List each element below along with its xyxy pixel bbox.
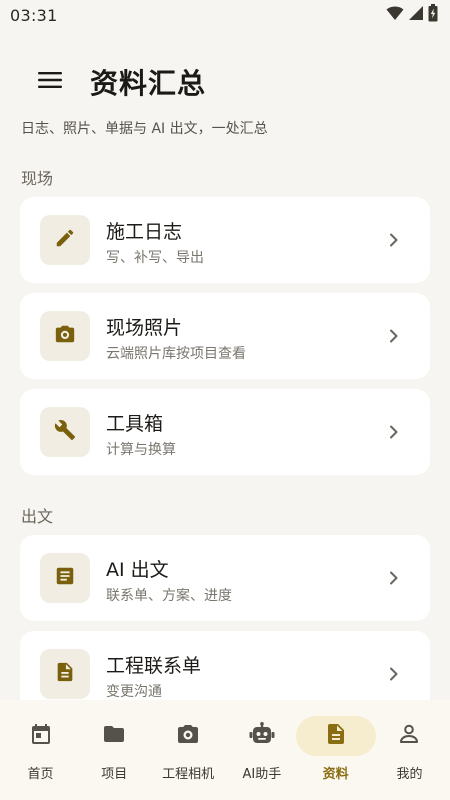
menu-button[interactable]: [30, 64, 70, 100]
card-site-photos[interactable]: 现场照片 云端照片库按项目查看: [20, 293, 430, 379]
document-icon: [54, 661, 76, 687]
document-icon: [324, 721, 348, 751]
battery-charging-icon: [428, 4, 438, 26]
nav-label: 项目: [101, 767, 128, 782]
nav-indicator-active: [295, 716, 376, 756]
card-icon-tile: [40, 215, 90, 265]
status-bar: 03:31: [0, 0, 450, 30]
nav-label: 工程相机: [162, 767, 215, 782]
nav-indicator: [369, 716, 449, 756]
chevron-right-icon: [384, 568, 404, 588]
nav-item-projects[interactable]: 项目: [78, 700, 151, 800]
card-ai-writing[interactable]: AI 出文 联系单、方案、进度: [20, 535, 430, 621]
page-title: 资料汇总: [90, 67, 207, 100]
nav-item-engineering-camera[interactable]: 工程相机: [152, 700, 225, 800]
camera-icon: [54, 323, 76, 349]
cell-signal-icon: [408, 5, 424, 25]
nav-item-home[interactable]: 首页: [4, 700, 77, 800]
status-icons: [386, 4, 438, 26]
chevron-right-icon: [384, 664, 404, 684]
nav-indicator: [74, 716, 154, 756]
wifi-icon: [386, 5, 404, 25]
card-icon-tile: [40, 407, 90, 457]
chevron-right-icon: [384, 326, 404, 346]
section-label-site: 现场: [21, 169, 54, 188]
status-time: 03:31: [10, 5, 58, 25]
card-icon-tile: [40, 649, 90, 699]
card-construction-log[interactable]: 施工日志 写、补写、导出: [20, 197, 430, 283]
card-description: 变更沟通: [106, 684, 162, 700]
nav-indicator: [222, 716, 302, 756]
card-description: 写、补写、导出: [106, 250, 204, 266]
app-screen: 03:31 资料汇总 日志、照片、单据与 AI 出文，一处汇总 现场 施工日志 …: [0, 0, 450, 800]
card-description: 联系单、方案、进度: [106, 588, 232, 604]
card-title: 工具箱: [106, 413, 164, 435]
app-header: 资料汇总: [0, 60, 450, 104]
chevron-right-icon: [384, 422, 404, 442]
card-title: 工程联系单: [106, 655, 202, 677]
card-description: 云端照片库按项目查看: [106, 346, 246, 362]
nav-indicator: [148, 716, 228, 756]
nav-item-ai-assistant[interactable]: AI助手: [225, 700, 298, 800]
hamburger-menu-icon: [38, 71, 62, 93]
nav-label: AI助手: [242, 767, 282, 782]
nav-indicator: [1, 716, 81, 756]
section-label-writing: 出文: [21, 507, 54, 526]
pencil-icon: [54, 227, 76, 253]
card-icon-tile: [40, 311, 90, 361]
nav-item-profile[interactable]: 我的: [373, 700, 446, 800]
nav-label: 我的: [396, 767, 423, 782]
card-title: 施工日志: [106, 221, 183, 243]
bottom-navigation: 首页 项目 工程相机 AI助手 资料 我的: [0, 700, 450, 800]
nav-item-materials[interactable]: 资料: [295, 700, 376, 800]
calendar-icon: [29, 722, 53, 750]
robot-icon: [248, 722, 276, 750]
nav-label: 首页: [27, 767, 54, 782]
chevron-right-icon: [384, 230, 404, 250]
folder-icon: [101, 722, 127, 750]
card-description: 计算与换算: [106, 442, 176, 458]
card-title: AI 出文: [106, 559, 169, 581]
card-title: 现场照片: [106, 317, 183, 339]
camera-icon: [175, 722, 201, 750]
nav-label: 资料: [322, 767, 349, 782]
card-icon-tile: [40, 553, 90, 603]
card-toolbox[interactable]: 工具箱 计算与换算: [20, 389, 430, 475]
person-icon: [397, 722, 421, 750]
wrench-icon: [54, 419, 76, 445]
page-subtitle: 日志、照片、单据与 AI 出文，一处汇总: [21, 121, 268, 137]
article-icon: [54, 565, 76, 591]
